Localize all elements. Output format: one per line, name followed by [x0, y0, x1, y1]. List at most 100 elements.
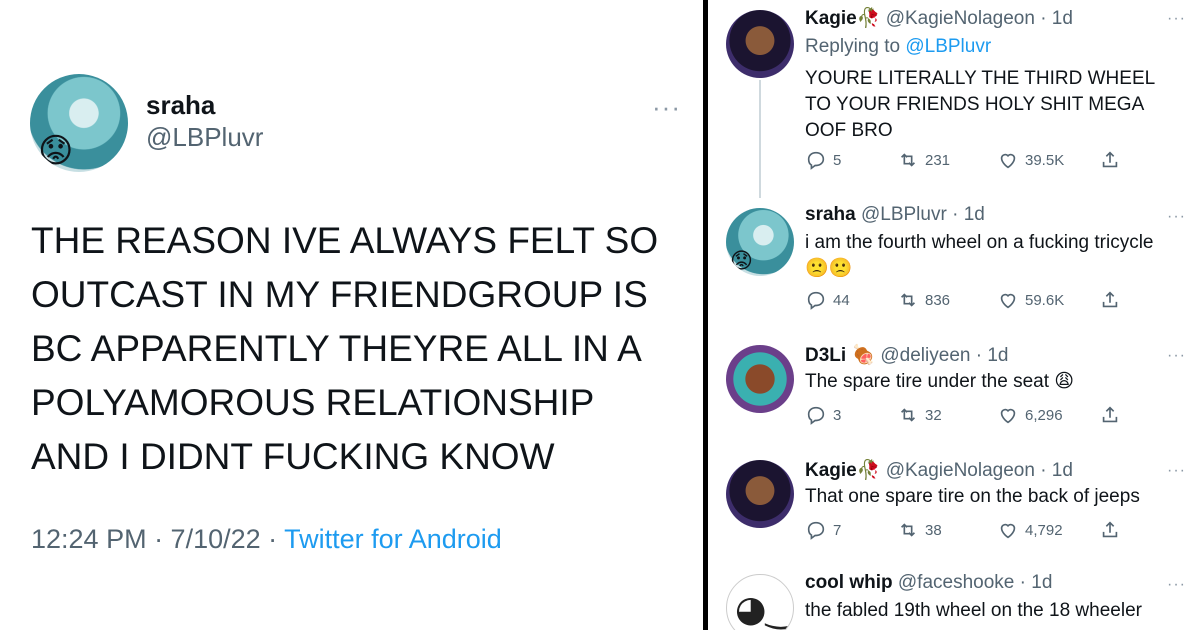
- tweet-text-line: OUTCAST IN MY FRIENDGROUP IS: [31, 274, 648, 315]
- more-icon[interactable]: ···: [1167, 347, 1186, 365]
- reply-button[interactable]: 5: [805, 149, 841, 171]
- tweet-text-line: POLYAMOROUS RELATIONSHIP: [31, 382, 595, 423]
- reply-age: · 1d: [1019, 572, 1053, 593]
- retweet-button[interactable]: 32: [897, 404, 942, 426]
- display-name[interactable]: cool whip: [805, 572, 893, 593]
- sketch-face-icon: ◕‿◕: [735, 589, 794, 630]
- reply-item[interactable]: 😟 sraha @LBPluvr · 1d ··· i am the fourt…: [708, 204, 1200, 334]
- main-tweet: 😟 sraha @LBPluvr ··· THE REASON IVE ALWA…: [0, 0, 703, 630]
- like-button[interactable]: 4,792: [997, 519, 1063, 541]
- display-name[interactable]: sraha: [146, 90, 263, 120]
- reply-item[interactable]: ◕‿◕ cool whip @faceshooke · 1d ··· the f…: [708, 572, 1200, 630]
- retweet-button[interactable]: 836: [897, 289, 950, 311]
- display-name[interactable]: Kagie🥀: [805, 460, 880, 481]
- heart-icon: [1000, 408, 1016, 424]
- source-link[interactable]: Twitter for Android: [284, 524, 502, 554]
- heart-icon: [1000, 153, 1016, 169]
- reply-age: · 1d: [975, 345, 1009, 366]
- reply-count: 7: [833, 521, 842, 539]
- reply-count: 5: [833, 151, 842, 169]
- retweet-icon: [900, 153, 916, 167]
- retweet-button[interactable]: 38: [897, 519, 942, 541]
- more-icon[interactable]: ···: [1167, 462, 1186, 480]
- more-icon[interactable]: ···: [1167, 576, 1186, 594]
- user-handle[interactable]: @KagieNolageon: [886, 460, 1035, 481]
- like-count: 59.6K: [1025, 291, 1065, 309]
- reply-text: That one spare tire on the back of jeeps: [805, 486, 1140, 507]
- like-button[interactable]: 39.5K: [997, 149, 1064, 171]
- reply-icon: [807, 406, 825, 425]
- tweet-text: THE REASON IVE ALWAYS FELT SO OUTCAST IN…: [31, 214, 691, 484]
- reply-header: D3Li 🍖 @deliyeen · 1d: [805, 343, 1009, 367]
- more-icon[interactable]: ···: [652, 92, 681, 123]
- avatar[interactable]: [726, 10, 794, 78]
- avatar[interactable]: 😟: [726, 208, 794, 276]
- like-button[interactable]: 59.6K: [997, 289, 1064, 311]
- reply-text-line: i am the fourth wheel on a fucking tricy…: [805, 232, 1154, 253]
- reply-age: · 1d: [952, 204, 985, 225]
- reply-button[interactable]: 44: [805, 289, 850, 311]
- timestamp[interactable]: 12:24 PM · 7/10/22 ·: [31, 524, 284, 554]
- avatar[interactable]: [726, 345, 794, 413]
- user-handle[interactable]: @deliyeen: [880, 345, 970, 366]
- tweet-text-line: BC APPARENTLY THEYRE ALL IN A: [31, 328, 642, 369]
- more-icon[interactable]: ···: [1167, 208, 1186, 226]
- reply-button[interactable]: 7: [805, 519, 841, 541]
- share-button[interactable]: [1099, 404, 1121, 426]
- like-button[interactable]: 6,296: [997, 404, 1063, 426]
- more-icon[interactable]: ···: [1167, 10, 1186, 28]
- retweet-button[interactable]: 231: [897, 149, 950, 171]
- user-handle[interactable]: @KagieNolageon: [886, 8, 1035, 29]
- avatar[interactable]: 😟: [30, 74, 128, 172]
- retweet-icon: [900, 523, 916, 537]
- tweet-meta: 12:24 PM · 7/10/22 · Twitter for Android: [31, 524, 502, 555]
- share-icon: [1102, 291, 1118, 308]
- action-bar: 3 32 6,296: [805, 404, 1145, 428]
- reply-item[interactable]: D3Li 🍖 @deliyeen · 1d ··· The spare tire…: [708, 343, 1200, 443]
- display-name[interactable]: D3Li 🍖: [805, 345, 875, 366]
- reply-text: The spare tire under the seat 😩: [805, 371, 1075, 392]
- action-bar: 5 231 39.5K: [805, 149, 1145, 173]
- worried-emoji-icon: 😟: [730, 248, 753, 273]
- like-count: 39.5K: [1025, 151, 1065, 169]
- sad-emoji-icon: 🙁🙁: [805, 258, 853, 279]
- reply-header: cool whip @faceshooke · 1d: [805, 572, 1052, 594]
- replying-handle[interactable]: @LBPluvr: [905, 36, 991, 57]
- user-handle[interactable]: @LBPluvr: [146, 120, 263, 154]
- heart-icon: [1000, 523, 1016, 539]
- retweet-count: 38: [925, 521, 942, 539]
- user-handle[interactable]: @LBPluvr: [861, 204, 947, 225]
- share-button[interactable]: [1099, 519, 1121, 541]
- reply-header: sraha @LBPluvr · 1d: [805, 204, 985, 226]
- heart-icon: [1000, 293, 1016, 309]
- tweet-text-line: THE REASON IVE ALWAYS FELT SO: [31, 220, 659, 261]
- reply-header: Kagie🥀 @KagieNolageon · 1d: [805, 6, 1073, 30]
- share-icon: [1102, 151, 1118, 168]
- avatar[interactable]: ◕‿◕: [726, 574, 794, 630]
- reply-button[interactable]: 3: [805, 404, 841, 426]
- tweet-text-line: AND I DIDNT FUCKING KNOW: [31, 436, 555, 477]
- reply-age: · 1d: [1040, 8, 1073, 29]
- reply-text: i am the fourth wheel on a fucking tricy…: [805, 230, 1185, 282]
- avatar[interactable]: [726, 460, 794, 528]
- action-bar: 44 836 59.6K: [805, 289, 1145, 313]
- author-block[interactable]: sraha @LBPluvr: [146, 90, 263, 154]
- like-count: 6,296: [1025, 406, 1063, 424]
- reply-item[interactable]: Kagie🥀 @KagieNolageon · 1d ··· That one …: [708, 458, 1200, 558]
- display-name[interactable]: Kagie🥀: [805, 8, 880, 29]
- retweet-icon: [900, 293, 916, 307]
- share-icon: [1102, 521, 1118, 538]
- reply-thread: Kagie🥀 @KagieNolageon · 1d ··· Replying …: [708, 0, 1200, 630]
- share-button[interactable]: [1099, 149, 1121, 171]
- user-handle[interactable]: @faceshooke: [898, 572, 1014, 593]
- retweet-count: 836: [925, 291, 951, 309]
- reply-item[interactable]: Kagie🥀 @KagieNolageon · 1d ··· Replying …: [708, 6, 1200, 196]
- reply-text: the fabled 19th wheel on the 18 wheeler: [805, 600, 1142, 621]
- like-count: 4,792: [1025, 521, 1063, 539]
- share-button[interactable]: [1099, 289, 1121, 311]
- reply-count: 44: [833, 291, 850, 309]
- display-name[interactable]: sraha: [805, 204, 856, 225]
- retweet-icon: [900, 408, 916, 422]
- action-bar: 7 38 4,792: [805, 519, 1145, 543]
- reply-icon: [807, 521, 825, 540]
